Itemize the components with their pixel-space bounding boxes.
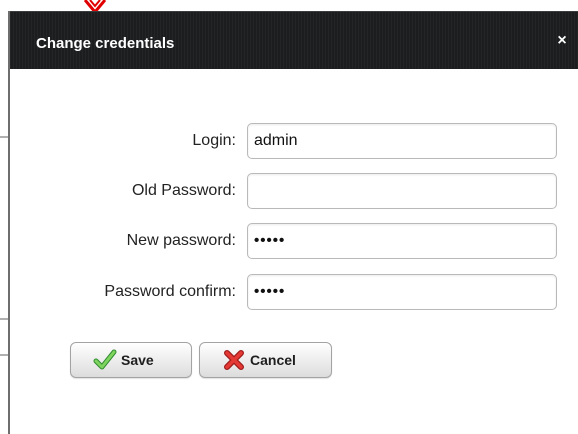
page-edge-tick xyxy=(0,354,8,356)
old-password-row: Old Password: xyxy=(10,173,578,209)
page-edge-tick xyxy=(0,136,8,138)
save-button-label: Save xyxy=(121,352,154,368)
close-icon[interactable]: × xyxy=(554,32,570,50)
dialog-header: Change credentials × xyxy=(10,11,578,69)
page-edge-tick xyxy=(0,318,8,320)
old-password-field[interactable] xyxy=(247,173,557,209)
cancel-button-label: Cancel xyxy=(250,352,296,368)
cancel-button[interactable]: Cancel xyxy=(199,342,332,378)
dialog-title: Change credentials xyxy=(36,35,175,52)
password-confirm-row: Password confirm: ••••• xyxy=(10,274,578,310)
checkmark-icon xyxy=(93,349,117,370)
old-password-label: Old Password: xyxy=(131,182,236,199)
new-password-label: New password: xyxy=(126,232,236,249)
save-button[interactable]: Save xyxy=(70,342,192,378)
password-confirm-field[interactable]: ••••• xyxy=(247,274,557,310)
login-row: Login: admin xyxy=(10,123,578,159)
x-mark-icon xyxy=(224,350,244,370)
new-password-row: New password: ••••• xyxy=(10,223,578,259)
new-password-field[interactable]: ••••• xyxy=(247,223,557,259)
login-label: Login: xyxy=(192,132,236,149)
login-field[interactable]: admin xyxy=(247,123,557,159)
password-confirm-label: Password confirm: xyxy=(104,283,236,300)
screen: Change credentials × Login: admin Old Pa… xyxy=(0,0,578,434)
change-credentials-dialog: Change credentials × Login: admin Old Pa… xyxy=(10,11,578,434)
